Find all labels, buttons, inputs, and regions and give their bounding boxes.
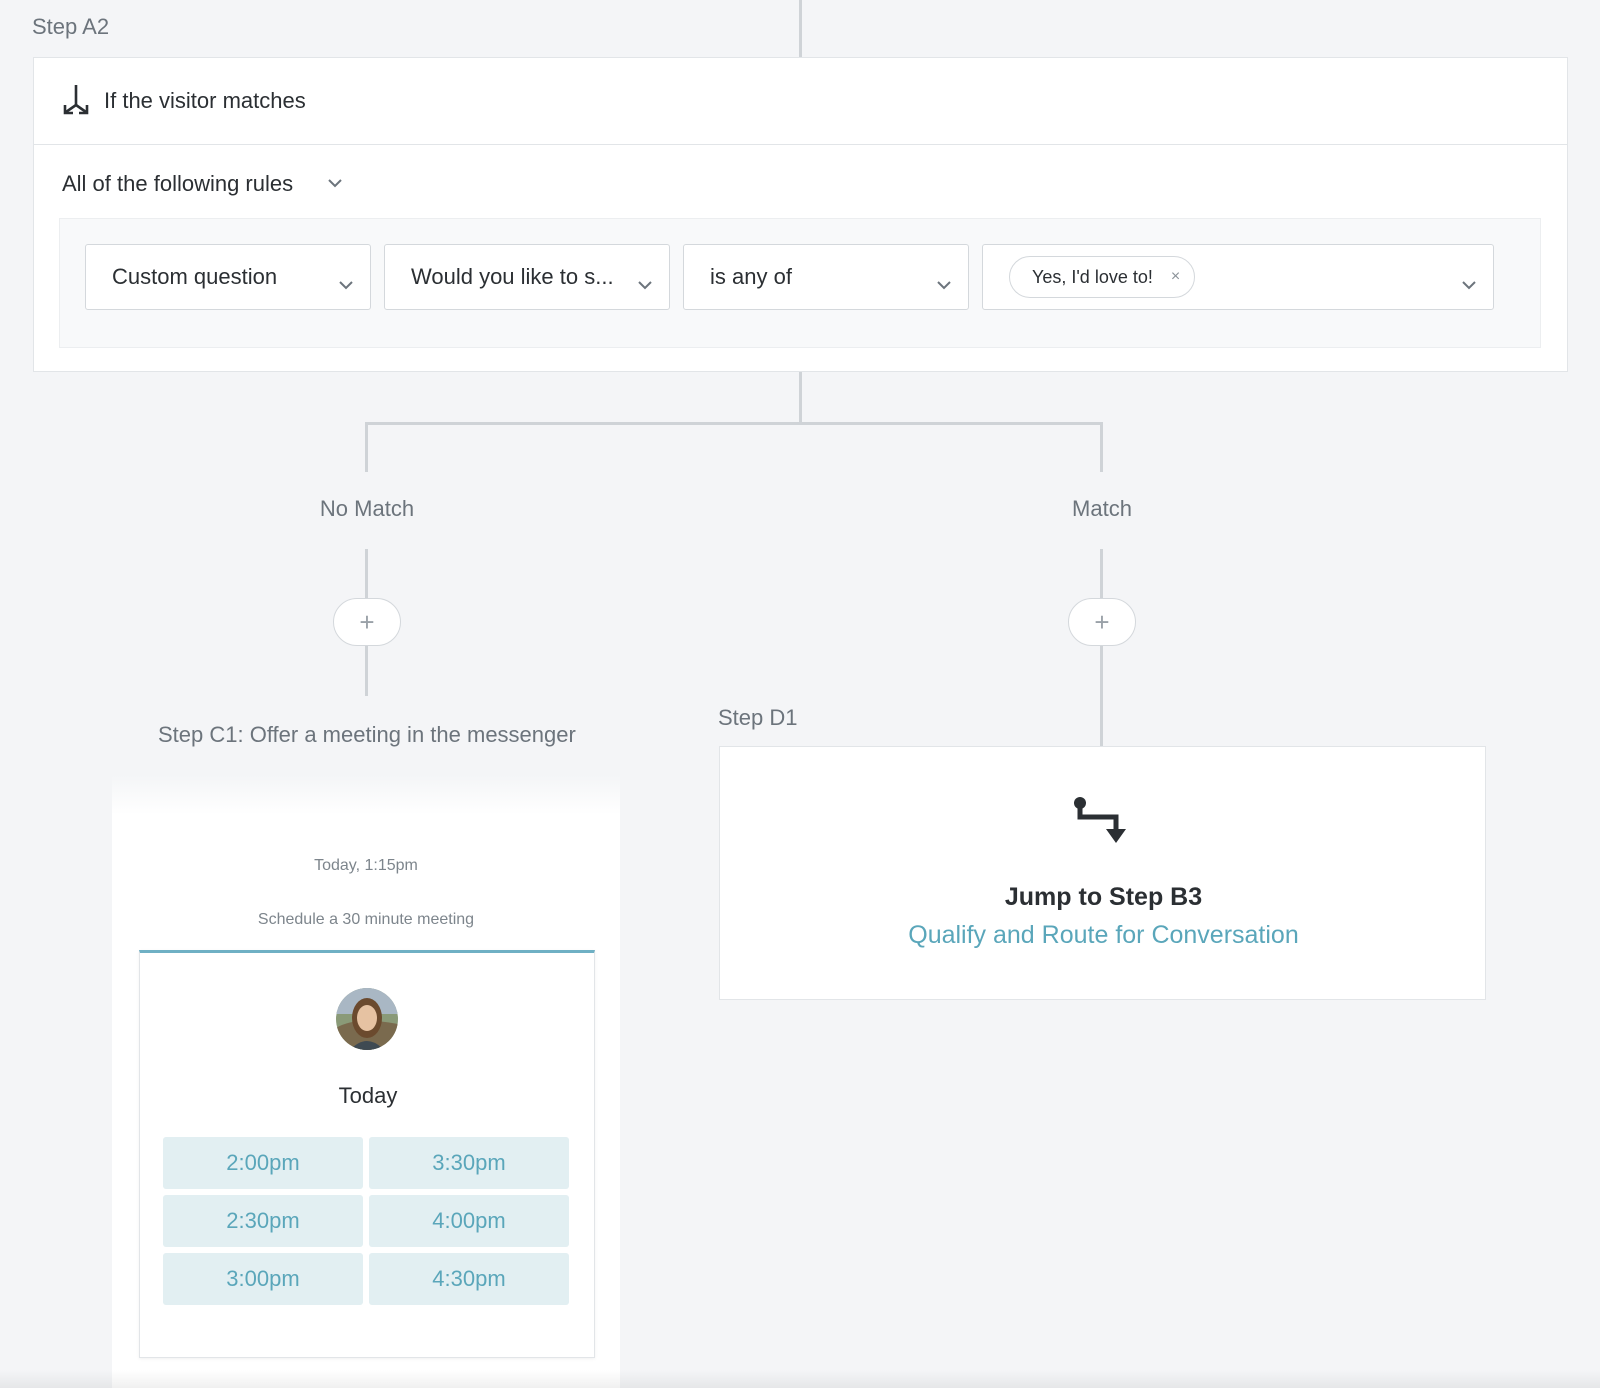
connector-line — [799, 0, 802, 57]
time-slot-button[interactable]: 2:00pm — [163, 1137, 363, 1189]
plus-icon: + — [1094, 606, 1110, 637]
chevron-down-icon — [637, 270, 653, 296]
message-timestamp: Today, 1:15pm — [314, 857, 418, 874]
meeting-calendar-card: Today 2:00pm 3:30pm 2:30pm 4:00pm 3:00pm… — [139, 950, 595, 1358]
step-a2-label: Step A2 — [32, 14, 110, 39]
connector-line — [799, 372, 802, 424]
time-slot-button[interactable]: 3:30pm — [369, 1137, 569, 1189]
jump-step-icon — [1072, 795, 1132, 860]
schedule-text: Schedule a 30 minute meeting — [257, 911, 475, 928]
operator-select[interactable]: is any of — [683, 244, 969, 310]
day-label: Today — [338, 1083, 398, 1108]
connector-line — [1100, 422, 1103, 472]
connector-line — [365, 422, 368, 472]
value-multiselect[interactable]: Yes, I'd love to! × — [982, 244, 1494, 310]
value-tag: Yes, I'd love to! × — [1009, 256, 1196, 298]
time-slot-button[interactable]: 2:30pm — [163, 1195, 363, 1247]
chevron-down-icon — [936, 270, 952, 296]
rule-card-title: If the visitor matches — [104, 88, 306, 113]
chevron-down-icon — [1461, 270, 1477, 296]
messenger-preview: Today, 1:15pm Schedule a 30 minute meeti… — [112, 775, 620, 1388]
match-mode-label: All of the following rules — [62, 171, 294, 196]
plus-icon: + — [359, 606, 375, 637]
connector-line — [365, 549, 368, 599]
operator-select-value: is any of — [710, 264, 792, 289]
remove-tag-icon[interactable]: × — [1171, 268, 1180, 286]
chevron-down-icon — [338, 270, 354, 296]
match-mode-dropdown[interactable]: All of the following rules — [62, 171, 343, 197]
chevron-down-icon — [327, 175, 343, 193]
add-step-button-no-match[interactable]: + — [333, 598, 401, 646]
rule-card: If the visitor matches All of the follow… — [33, 57, 1568, 372]
connector-line — [1100, 549, 1103, 599]
connector-line — [365, 422, 1103, 425]
branch-label-match: Match — [1072, 496, 1132, 521]
question-select-value: Would you like to s... — [411, 264, 614, 289]
field-select[interactable]: Custom question — [85, 244, 371, 310]
connector-line — [365, 646, 368, 696]
rule-row: Custom question Would you like to s... i… — [59, 218, 1541, 348]
step-d1-label: Step D1 — [718, 705, 798, 730]
time-slot-button[interactable]: 3:00pm — [163, 1253, 363, 1305]
connector-line — [1100, 646, 1103, 746]
question-select[interactable]: Would you like to s... — [384, 244, 670, 310]
branch-label-no-match: No Match — [319, 496, 415, 521]
time-slot-button[interactable]: 4:30pm — [369, 1253, 569, 1305]
jump-step-title: Jump to Step B3 — [1004, 883, 1203, 911]
rule-card-header: If the visitor matches — [34, 58, 1567, 145]
jump-target-link[interactable]: Qualify and Route for Conversation — [720, 921, 1487, 950]
split-branch-icon — [62, 83, 90, 120]
bottom-shade — [0, 1370, 1600, 1388]
field-select-value: Custom question — [112, 264, 278, 289]
value-tag-label: Yes, I'd love to! — [1032, 266, 1153, 287]
avatar — [336, 988, 398, 1050]
jump-step-card[interactable]: Jump to Step B3 Qualify and Route for Co… — [719, 746, 1486, 1000]
workflow-canvas: Step A2 If the visitor matches All of th… — [0, 0, 1600, 1388]
step-c1-label: Step C1: Offer a meeting in the messenge… — [158, 722, 576, 747]
add-step-button-match[interactable]: + — [1068, 598, 1136, 646]
time-slot-button[interactable]: 4:00pm — [369, 1195, 569, 1247]
